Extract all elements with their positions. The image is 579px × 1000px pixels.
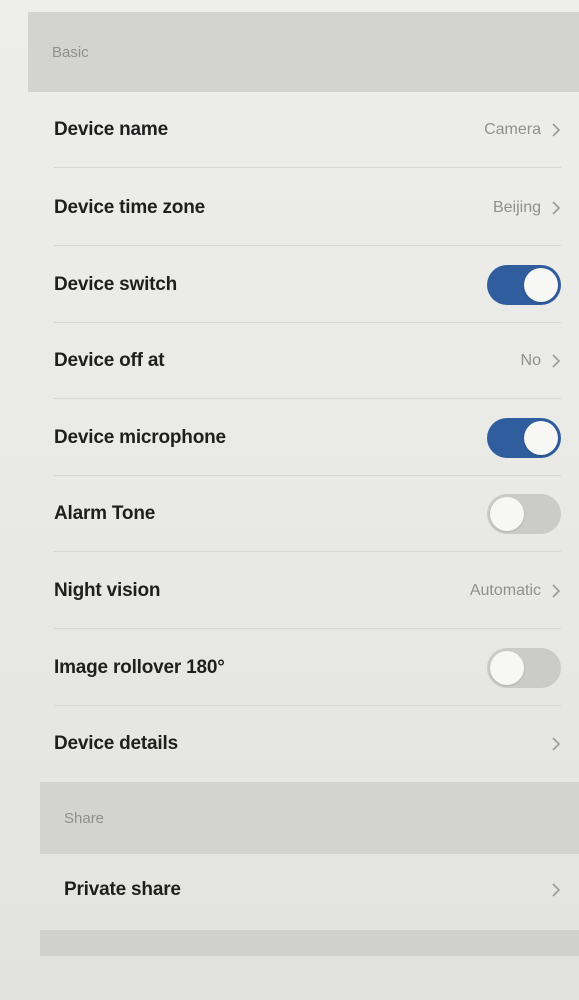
toggle-knob [524,267,558,302]
row-private-share[interactable]: Private share [64,852,561,928]
device-microphone-label: Device microphone [54,426,226,448]
toggle-knob [490,650,524,685]
chevron-right-icon [552,883,561,897]
section-header-basic: Basic [28,12,579,92]
device-name-value: Camera [484,120,541,138]
private-share-label: Private share [64,879,181,900]
section-divider [40,930,579,956]
chevron-right-icon [552,737,561,751]
chevron-right-icon [552,122,561,137]
row-alarm-tone: Alarm Tone [54,476,561,552]
device-time-zone-value: Beijing [492,198,541,216]
settings-screen: Basic Device name Camera Device time zon… [0,0,579,1000]
device-switch-toggle[interactable] [487,264,561,305]
toggle-knob [490,496,524,531]
chevron-right-icon [552,583,561,598]
row-device-switch: Device switch [54,247,561,323]
row-device-microphone: Device microphone [54,400,561,476]
night-vision-label: Night vision [54,579,161,601]
device-switch-label: Device switch [54,273,178,295]
chevron-right-icon [552,353,561,368]
night-vision-value: Automatic [469,581,541,599]
image-rollover-toggle[interactable] [487,647,561,688]
section-title-share: Share [64,809,105,827]
device-time-zone-label: Device time zone [54,196,205,218]
device-off-at-label: Device off at [54,349,165,371]
device-name-label: Device name [54,118,168,140]
alarm-tone-toggle[interactable] [487,493,561,534]
alarm-tone-label: Alarm Tone [54,502,156,524]
section-title-basic: Basic [52,43,89,61]
row-device-details[interactable]: Device details [54,706,561,782]
row-device-name[interactable]: Device name Camera [54,92,561,168]
toggle-knob [524,420,558,455]
row-device-off-at[interactable]: Device off at No [54,323,561,399]
device-details-label: Device details [54,733,178,754]
row-image-rollover: Image rollover 180° [54,630,561,706]
row-device-time-zone[interactable]: Device time zone Beijing [54,170,561,246]
image-rollover-label: Image rollover 180° [54,656,225,678]
device-microphone-toggle[interactable] [487,417,561,458]
section-header-share: Share [40,782,579,854]
chevron-right-icon [552,200,561,215]
row-night-vision[interactable]: Night vision Automatic [54,553,561,629]
device-off-at-value: No [520,351,541,369]
